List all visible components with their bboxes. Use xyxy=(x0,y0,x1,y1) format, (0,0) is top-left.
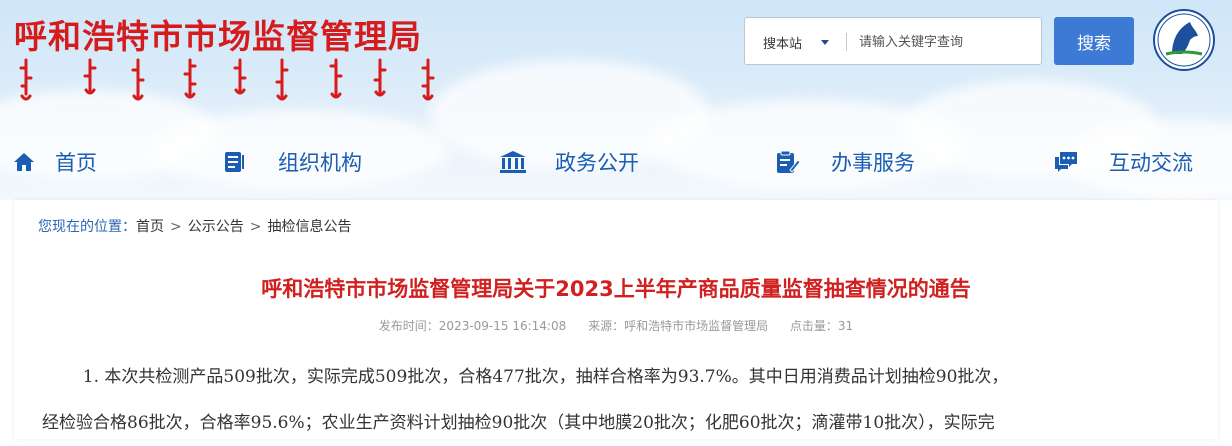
home-icon xyxy=(14,153,34,171)
search-divider xyxy=(846,33,847,51)
publish-time: 发布时间：2023-09-15 16:14:08 xyxy=(378,319,567,333)
nav-item-services[interactable]: 办事服务 xyxy=(776,144,915,180)
nav-item-government-affairs[interactable]: 政务公开 xyxy=(499,144,639,180)
nav-item-interaction[interactable]: 互动交流 xyxy=(1054,144,1193,180)
nav-label-government-affairs: 政务公开 xyxy=(555,151,639,175)
body-paragraph: 1. 本次共检测产品509批次，实际完成509批次，合格477批次，抽样合格率为… xyxy=(82,367,1009,387)
breadcrumb-separator-icon: > xyxy=(170,219,182,235)
breadcrumb: 您现在的位置：首页 > 公示公告 > 抽检信息公告 xyxy=(38,216,351,236)
search-input[interactable] xyxy=(859,31,1031,53)
nav-label-services: 办事服务 xyxy=(831,151,915,175)
site-header: 呼和浩特市市场监督管理局 搜本站 搜索 首页 xyxy=(0,0,1232,200)
article-title: 呼和浩特市市场监督管理局关于2023上半年产商品质量监督抽查情况的通告 xyxy=(261,277,971,301)
nav-item-organization[interactable]: 组织机构 xyxy=(223,144,362,180)
nav-label-home: 首页 xyxy=(55,151,97,175)
breadcrumb-link-inspection[interactable]: 抽检信息公告 xyxy=(267,219,351,235)
organization-icon xyxy=(225,152,244,172)
nav-label-interaction: 互动交流 xyxy=(1109,151,1193,175)
chat-icon xyxy=(1055,152,1077,172)
search-box: 搜本站 xyxy=(744,17,1042,65)
nav-item-home[interactable]: 首页 xyxy=(13,144,97,180)
body-paragraph: 经检验合格86批次，合格率95.6%；农业生产资料计划抽检90批次（其中地膜20… xyxy=(42,413,995,433)
chevron-down-icon[interactable] xyxy=(821,40,829,45)
article-meta: 发布时间：2023-09-15 16:14:08 来源：呼和浩特市市场监督管理局… xyxy=(14,317,1218,334)
search-button[interactable]: 搜索 xyxy=(1054,17,1134,65)
breadcrumb-link-announcements[interactable]: 公示公告 xyxy=(188,219,244,235)
site-title: 呼和浩特市市场监督管理局 xyxy=(14,17,422,56)
mongolian-script-logo xyxy=(19,58,435,101)
click-count: 点击量：31 xyxy=(789,319,854,333)
service-form-icon xyxy=(777,150,800,173)
breadcrumb-lead: 您现在的位置： xyxy=(38,219,136,235)
search-scope-select[interactable]: 搜本站 xyxy=(763,33,802,52)
article-container: 您现在的位置：首页 > 公示公告 > 抽检信息公告 呼和浩特市市场监督管理局关于2023… xyxy=(14,200,1218,439)
article-source: 来源：呼和浩特市市场监督管理局 xyxy=(588,319,769,333)
breadcrumb-separator-icon: > xyxy=(249,219,262,235)
nav-label-organization: 组织机构 xyxy=(278,151,362,175)
article-body: 1. 本次共检测产品509批次，实际完成509批次，合格477批次，抽样合格率为… xyxy=(42,354,1188,446)
horse-emblem-icon[interactable] xyxy=(1152,8,1216,72)
breadcrumb-link-home[interactable]: 首页 xyxy=(136,219,164,235)
government-building-icon xyxy=(500,151,526,173)
